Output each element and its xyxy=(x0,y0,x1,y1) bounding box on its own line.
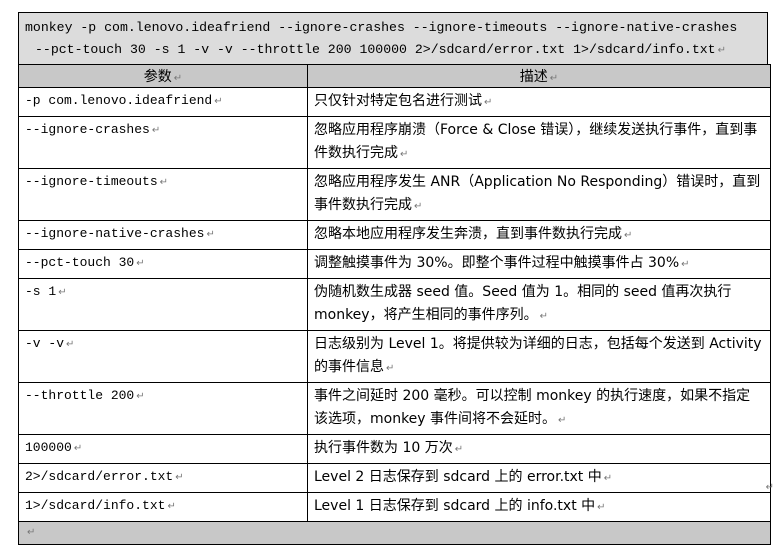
param-cell: --throttle 200 ↵ xyxy=(18,382,308,435)
paragraph-mark-icon: ↵ xyxy=(558,415,567,426)
paragraph-mark-icon: ↵ xyxy=(27,527,36,538)
desc-cell: 伪随机数生成器 seed 值。Seed 值为 1。相同的 seed 值再次执行 … xyxy=(307,278,771,331)
desc-cell: 调整触摸事件为 30%。即整个事件过程中触摸事件占 30% ↵ xyxy=(307,249,771,279)
table-row: -s 1 ↵ 伪随机数生成器 seed 值。Seed 值为 1。相同的 seed 值… xyxy=(18,278,771,331)
desc-cell: 只仅针对特定包名进行测试 ↵ xyxy=(307,87,771,117)
table-row: -p com.lenovo.ideafriend ↵ 只仅针对特定包名进行测试 ↵ xyxy=(18,87,771,117)
param-cell: --ignore-timeouts ↵ xyxy=(18,168,308,221)
paragraph-mark-icon: ↵ xyxy=(66,339,75,350)
footer-cell: ↵ xyxy=(18,521,771,545)
paragraph-mark-icon: ↵ xyxy=(624,230,633,241)
table-row: --ignore-crashes ↵ 忽略应用程序崩溃（Force & Close … xyxy=(18,116,771,169)
param-cell: 1>/sdcard/info.txt ↵ xyxy=(18,492,308,522)
desc-cell: Level 2 日志保存到 sdcard 上的 error.txt 中 ↵ xyxy=(307,463,771,493)
paragraph-mark-icon: ↵ xyxy=(73,443,83,454)
paragraph-mark-icon: ↵ xyxy=(454,444,464,455)
command-block: monkey -p com.lenovo.ideafriend --ignore… xyxy=(18,12,768,64)
paragraph-mark-icon: ↵ xyxy=(549,73,559,84)
param-cell: --ignore-native-crashes ↵ xyxy=(18,220,308,250)
param-cell: -p com.lenovo.ideafriend ↵ xyxy=(18,87,308,117)
paragraph-mark-icon: ↵ xyxy=(765,482,774,493)
paragraph-mark-icon: ↵ xyxy=(173,73,183,84)
table-footer-row: ↵ xyxy=(18,521,771,545)
param-cell: 2>/sdcard/error.txt ↵ xyxy=(18,463,308,493)
command-line-1: monkey -p com.lenovo.ideafriend --ignore… xyxy=(25,20,738,35)
desc-cell: 忽略本地应用程序发生奔溃，直到事件数执行完成 ↵ xyxy=(307,220,771,250)
param-cell: -s 1 ↵ xyxy=(18,278,308,331)
paragraph-mark-icon: ↵ xyxy=(58,287,67,298)
paragraph-mark-icon: ↵ xyxy=(603,473,613,484)
paragraph-mark-icon: ↵ xyxy=(400,149,409,160)
paragraph-mark-icon: ↵ xyxy=(206,229,215,240)
header-desc: 描述 ↵ xyxy=(307,64,771,88)
table-row: --ignore-native-crashes ↵ 忽略本地应用程序发生奔溃，直到事… xyxy=(18,220,771,250)
paragraph-mark-icon: ↵ xyxy=(539,311,548,322)
desc-cell: 忽略应用程序发生 ANR（Application No Responding）错… xyxy=(307,168,771,221)
table-row: --ignore-timeouts ↵ 忽略应用程序发生 ANR（Applicati… xyxy=(18,168,771,221)
paragraph-mark-icon: ↵ xyxy=(151,125,161,136)
paragraph-mark-icon: ↵ xyxy=(681,259,690,270)
paragraph-mark-icon: ↵ xyxy=(484,97,493,108)
desc-cell: 执行事件数为 10 万次 ↵ xyxy=(307,434,771,464)
paragraph-mark-icon: ↵ xyxy=(175,472,184,483)
table-row: 100000 ↵ 执行事件数为 10 万次 ↵ xyxy=(18,434,771,464)
table-row: 2>/sdcard/error.txt ↵ Level 2 日志保存到 sdcard… xyxy=(18,463,771,493)
paragraph-mark-icon: ↵ xyxy=(597,502,606,513)
header-param: 参数 ↵ xyxy=(18,64,308,88)
desc-cell: 日志级别为 Level 1。将提供较为详细的日志，包括每个发送到 Activit… xyxy=(307,330,771,383)
document-page: monkey -p com.lenovo.ideafriend --ignore… xyxy=(18,12,771,545)
params-table: 参数 ↵ 描述 ↵ -p com.lenovo.ideafriend ↵ 只仅针对特定包… xyxy=(18,64,771,545)
paragraph-mark-icon: ↵ xyxy=(214,96,223,107)
desc-cell: 忽略应用程序崩溃（Force & Close 错误），继续发送执行事件，直到事件… xyxy=(307,116,771,169)
paragraph-mark-icon: ↵ xyxy=(136,258,145,269)
param-cell: --ignore-crashes ↵ xyxy=(18,116,308,169)
command-line-2: --pct-touch 30 -s 1 -v -v --throttle 200… xyxy=(35,42,726,57)
table-row: -v -v ↵ 日志级别为 Level 1。将提供较为详细的日志，包括每个发送到 A… xyxy=(18,330,771,383)
param-cell: --pct-touch 30 ↵ xyxy=(18,249,308,279)
desc-cell: 事件之间延时 200 毫秒。可以控制 monkey 的执行速度，如果不指定该选项… xyxy=(307,382,771,435)
table-header-row: 参数 ↵ 描述 ↵ xyxy=(18,64,771,88)
paragraph-mark-icon: ↵ xyxy=(136,391,145,402)
paragraph-mark-icon: ↵ xyxy=(414,201,423,212)
table-row: --throttle 200 ↵ 事件之间延时 200 毫秒。可以控制 monkey… xyxy=(18,382,771,435)
table-row: --pct-touch 30 ↵ 调整触摸事件为 30%。即整个事件过程中触摸事件占… xyxy=(18,249,771,279)
param-cell: 100000 ↵ xyxy=(18,434,308,464)
param-cell: -v -v ↵ xyxy=(18,330,308,383)
paragraph-mark-icon: ↵ xyxy=(386,363,395,374)
paragraph-mark-icon: ↵ xyxy=(717,45,726,56)
paragraph-mark-icon: ↵ xyxy=(159,177,169,188)
paragraph-mark-icon: ↵ xyxy=(167,501,176,512)
desc-cell: Level 1 日志保存到 sdcard 上的 info.txt 中 ↵ xyxy=(307,492,771,522)
table-row: 1>/sdcard/info.txt ↵ Level 1 日志保存到 sdcard … xyxy=(18,492,771,522)
